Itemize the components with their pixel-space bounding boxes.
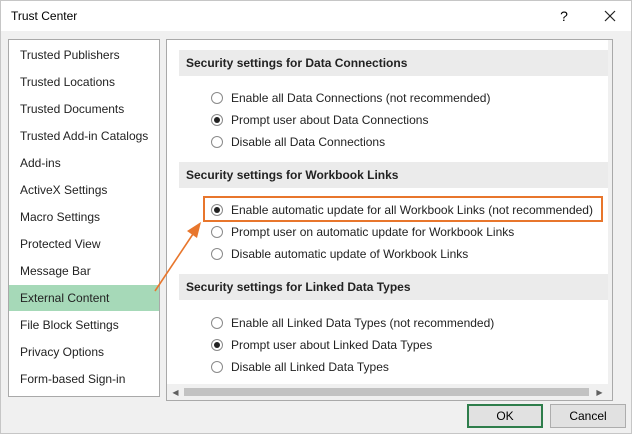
option-label-enable-linked-data-types[interactable]: Enable all Linked Data Types (not recomm… — [231, 314, 494, 332]
scroll-down-arrow-icon[interactable]: ▼ — [609, 368, 612, 383]
option-label-enable-workbook-links[interactable]: Enable automatic update for all Workbook… — [231, 201, 593, 219]
scroll-left-arrow-icon[interactable]: ◀ — [168, 385, 183, 400]
close-button[interactable] — [595, 3, 625, 29]
radio-disable-workbook-links[interactable] — [211, 248, 223, 260]
scroll-up-arrow-icon[interactable]: ▲ — [609, 42, 612, 57]
sidebar-item-message-bar[interactable]: Message Bar — [9, 258, 159, 284]
radio-enable-workbook-links[interactable] — [211, 204, 223, 216]
section-header-data-connections: Security settings for Data Connections — [179, 50, 609, 76]
radio-prompt-data-connections[interactable] — [211, 114, 223, 126]
option-label-disable-data-connections[interactable]: Disable all Data Connections — [231, 133, 385, 151]
sidebar-item-trusted-locations[interactable]: Trusted Locations — [9, 69, 159, 95]
radio-prompt-linked-data-types[interactable] — [211, 339, 223, 351]
vertical-scroll-thumb[interactable] — [612, 60, 613, 265]
scroll-right-arrow-icon[interactable]: ▶ — [592, 385, 607, 400]
sidebar-item-form-based-sign-in[interactable]: Form-based Sign-in — [9, 366, 159, 392]
help-button[interactable]: ? — [549, 3, 579, 29]
option-label-prompt-linked-data-types[interactable]: Prompt user about Linked Data Types — [231, 336, 432, 354]
sidebar-item-trusted-documents[interactable]: Trusted Documents — [9, 96, 159, 122]
option-label-prompt-data-connections[interactable]: Prompt user about Data Connections — [231, 111, 428, 129]
trust-center-dialog: Trust Center ? Trusted Publishers Truste… — [0, 0, 632, 434]
sidebar-item-file-block-settings[interactable]: File Block Settings — [9, 312, 159, 338]
sidebar-item-trusted-publishers[interactable]: Trusted Publishers — [9, 42, 159, 68]
sidebar-item-trusted-add-in-catalogs[interactable]: Trusted Add-in Catalogs — [9, 123, 159, 149]
title-bar: Trust Center ? — [1, 1, 631, 31]
sidebar-item-privacy-options[interactable]: Privacy Options — [9, 339, 159, 365]
sidebar-item-external-content[interactable]: External Content — [9, 285, 159, 311]
vertical-scrollbar[interactable] — [608, 40, 612, 385]
settings-content-panel: Security settings for Data Connections E… — [166, 39, 613, 401]
radio-enable-linked-data-types[interactable] — [211, 317, 223, 329]
sidebar-item-add-ins[interactable]: Add-ins — [9, 150, 159, 176]
dialog-title: Trust Center — [11, 9, 78, 23]
ok-button[interactable]: OK — [467, 404, 543, 428]
sidebar-item-protected-view[interactable]: Protected View — [9, 231, 159, 257]
radio-disable-data-connections[interactable] — [211, 136, 223, 148]
sidebar-nav: Trusted Publishers Trusted Locations Tru… — [8, 39, 160, 397]
horizontal-scroll-thumb[interactable] — [184, 388, 589, 396]
radio-disable-linked-data-types[interactable] — [211, 361, 223, 373]
section-header-workbook-links: Security settings for Workbook Links — [179, 162, 609, 188]
radio-prompt-workbook-links[interactable] — [211, 226, 223, 238]
cancel-button[interactable]: Cancel — [550, 404, 626, 428]
option-label-enable-data-connections[interactable]: Enable all Data Connections (not recomme… — [231, 89, 490, 107]
radio-enable-data-connections[interactable] — [211, 92, 223, 104]
section-header-linked-data-types: Security settings for Linked Data Types — [179, 274, 609, 300]
option-label-prompt-workbook-links[interactable]: Prompt user on automatic update for Work… — [231, 223, 514, 241]
close-icon — [604, 10, 616, 22]
option-label-disable-linked-data-types[interactable]: Disable all Linked Data Types — [231, 358, 389, 376]
sidebar-item-activex-settings[interactable]: ActiveX Settings — [9, 177, 159, 203]
option-label-disable-workbook-links[interactable]: Disable automatic update of Workbook Lin… — [231, 245, 468, 263]
sidebar-item-macro-settings[interactable]: Macro Settings — [9, 204, 159, 230]
